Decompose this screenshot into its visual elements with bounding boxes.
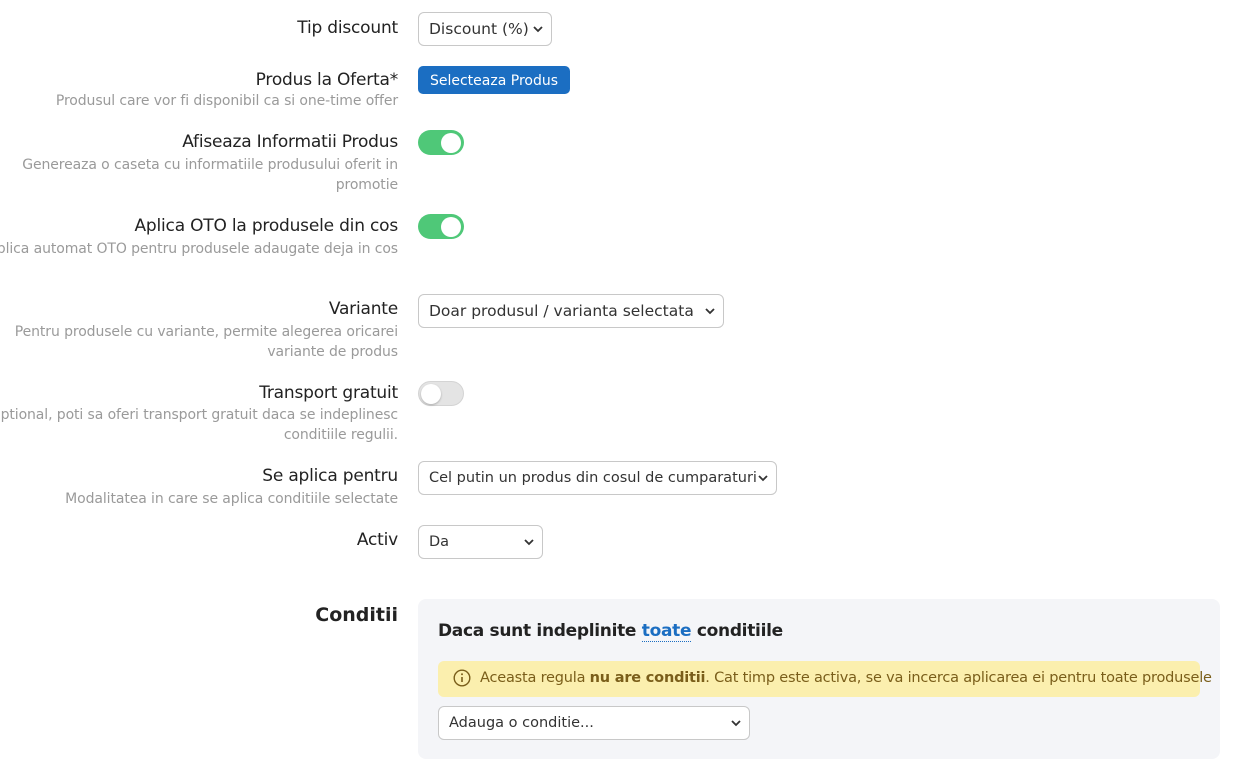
conditii-section-label: Conditii	[315, 604, 398, 626]
afiseaza-info-label: Afiseaza Informatii Produs	[182, 132, 398, 152]
afiseaza-info-help: Genereaza o caseta cu informatiile produ…	[22, 157, 398, 193]
produs-oferta-help: Produsul care vor fi disponibil ca si on…	[55, 93, 398, 109]
conditions-mode-link[interactable]: toate	[641, 621, 692, 642]
conditions-panel: Daca sunt indeplinite toate conditiile A…	[418, 599, 1220, 759]
toggle-knob	[441, 216, 461, 237]
chevron-down-icon	[731, 720, 741, 727]
toggle-knob	[421, 383, 441, 404]
transport-help: Optional, poti sa oferi transport gratui…	[0, 407, 398, 443]
info-circle-icon	[453, 669, 471, 687]
afiseaza-info-toggle[interactable]	[418, 130, 464, 155]
tip-discount-value: Discount (%)	[429, 20, 529, 38]
chevron-down-icon	[705, 308, 715, 315]
conditions-title-suffix: conditiile	[696, 621, 783, 641]
aplica-oto-label: Aplica OTO la produsele din cos	[134, 216, 398, 236]
variante-value: Doar produsul / varianta selectata	[429, 302, 694, 320]
se-aplica-label: Se aplica pentru	[262, 466, 398, 486]
variante-select[interactable]: Doar produsul / varianta selectata	[418, 294, 724, 328]
add-condition-value: Adauga o conditie...	[449, 715, 594, 731]
transport-toggle[interactable]	[418, 381, 464, 406]
add-condition-select[interactable]: Adauga o conditie...	[438, 706, 750, 740]
aplica-oto-help: Aplica automat OTO pentru produsele adau…	[0, 241, 398, 257]
variante-help: Pentru produsele cu variante, permite al…	[14, 324, 398, 360]
activ-value: Da	[429, 534, 450, 550]
activ-label: Activ	[356, 530, 398, 550]
chevron-down-icon	[533, 26, 543, 33]
se-aplica-value: Cel putin un produs din cosul de cumpara…	[429, 470, 757, 486]
variante-label: Variante	[328, 299, 398, 319]
select-product-button[interactable]: Selecteaza Produs	[418, 66, 570, 94]
alert-text-bold: nu are conditii	[589, 670, 706, 686]
transport-label: Transport gratuit	[259, 383, 398, 403]
chevron-down-icon	[758, 475, 768, 482]
tip-discount-select[interactable]: Discount (%)	[418, 12, 552, 46]
produs-oferta-label: Produs la Oferta*	[255, 70, 399, 90]
no-conditions-alert: Aceasta regula nu are conditii. Cat timp…	[438, 661, 1212, 697]
alert-text-suffix: . Cat timp este activa, se va incerca ap…	[705, 670, 1212, 686]
conditions-title-prefix: Daca sunt indeplinite	[438, 621, 637, 641]
conditions-title: Daca sunt indeplinite toate conditiile	[438, 621, 783, 642]
chevron-down-icon	[524, 539, 534, 546]
se-aplica-help: Modalitatea in care se aplica conditiile…	[65, 491, 398, 507]
se-aplica-select[interactable]: Cel putin un produs din cosul de cumpara…	[418, 461, 777, 495]
toggle-knob	[441, 132, 461, 153]
aplica-oto-toggle[interactable]	[418, 214, 464, 239]
alert-text-prefix: Aceasta regula	[480, 670, 586, 686]
activ-select[interactable]: Da	[418, 525, 543, 559]
tip-discount-label: Tip discount	[297, 18, 398, 38]
